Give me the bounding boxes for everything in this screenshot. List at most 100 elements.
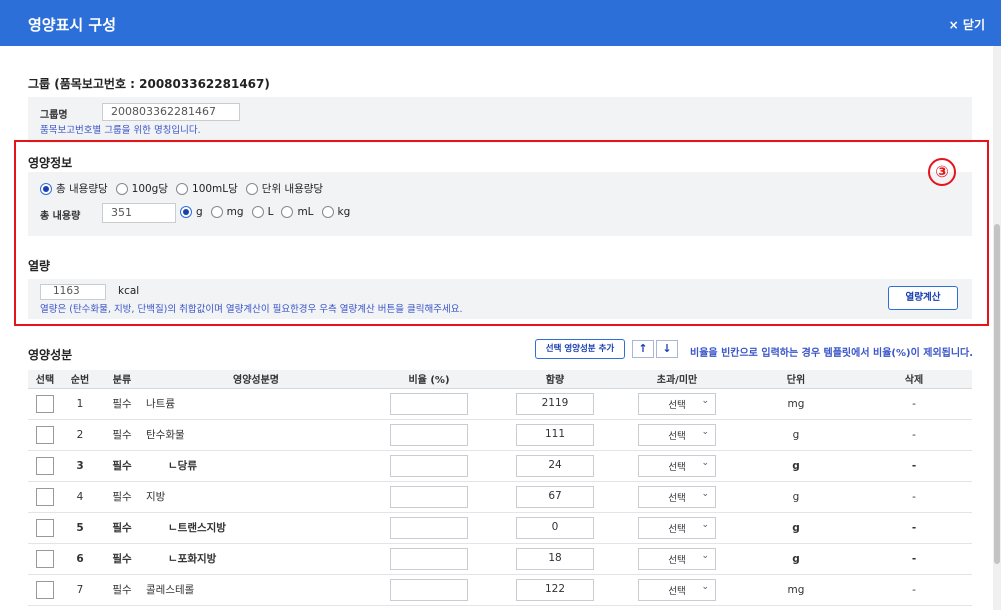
row-delete[interactable]: -: [856, 481, 972, 513]
ratio-input[interactable]: [390, 423, 468, 446]
amount-input[interactable]: 122: [516, 578, 594, 601]
row-delete[interactable]: -: [856, 419, 972, 451]
row-delete[interactable]: -: [856, 512, 972, 544]
chevron-down-icon: ⌄: [701, 581, 709, 592]
ratio-notice: 비율을 빈칸으로 입력하는 경우 템플릿에서 비율(%)이 제외됩니다.: [690, 348, 974, 359]
col-delete: 삭제: [856, 370, 972, 389]
row-checkbox[interactable]: [36, 518, 54, 537]
row-category: 필수: [98, 574, 146, 606]
row-unit: mg: [736, 574, 856, 606]
row-nutrient-name: 나트륨: [146, 388, 366, 420]
amount-input[interactable]: 67: [516, 485, 594, 508]
over-under-select[interactable]: 선택 ⌄: [638, 485, 716, 508]
arrow-up-icon: ↑: [638, 342, 648, 355]
ratio-input[interactable]: [390, 454, 468, 477]
scrollbar[interactable]: [993, 46, 1001, 610]
row-checkbox[interactable]: [36, 425, 54, 444]
row-unit: mg: [736, 388, 856, 420]
row-category: 필수: [98, 388, 146, 420]
scrollbar-thumb[interactable]: [994, 224, 1000, 564]
over-under-select[interactable]: 선택 ⌄: [638, 392, 716, 415]
chevron-down-icon: ⌄: [701, 395, 709, 406]
add-component-button[interactable]: 선택 영양성분 추가: [535, 339, 625, 359]
row-nutrient-name: ㄴ트랜스지방: [146, 512, 366, 544]
table-row: 7 필수 콜레스테롤 122 선택 ⌄ mg -: [28, 574, 972, 606]
chevron-down-icon: ⌄: [701, 519, 709, 530]
table-row: 1 필수 나트륨 2119 선택 ⌄ mg -: [28, 388, 972, 420]
table-header: 선택 순번 분류 영양성분명 비율 (%) 함량 초과/미만 단위 삭제: [28, 370, 972, 389]
table-row: 5 필수 ㄴ트랜스지방 0 선택 ⌄ g -: [28, 512, 972, 544]
col-select: 선택: [28, 370, 62, 389]
amount-input[interactable]: 0: [516, 516, 594, 539]
col-category: 분류: [98, 370, 146, 389]
arrow-down-icon: ↓: [662, 342, 672, 355]
row-category: 필수: [98, 450, 146, 482]
table-row: 2 필수 탄수화물 111 선택 ⌄ g -: [28, 419, 972, 451]
row-number: 6: [62, 543, 98, 575]
amount-input[interactable]: 24: [516, 454, 594, 477]
row-nutrient-name: ㄴ당류: [146, 450, 366, 482]
row-checkbox[interactable]: [36, 394, 54, 413]
row-nutrient-name: 지방: [146, 481, 366, 513]
over-under-select[interactable]: 선택 ⌄: [638, 423, 716, 446]
row-checkbox[interactable]: [36, 580, 54, 599]
close-button[interactable]: × 닫기: [949, 16, 985, 33]
row-number: 7: [62, 574, 98, 606]
row-number: 2: [62, 419, 98, 451]
close-icon: ×: [948, 18, 959, 32]
row-delete[interactable]: -: [856, 388, 972, 420]
over-under-select[interactable]: 선택 ⌄: [638, 454, 716, 477]
ratio-input[interactable]: [390, 485, 468, 508]
over-under-select[interactable]: 선택 ⌄: [638, 578, 716, 601]
row-delete[interactable]: -: [856, 543, 972, 575]
ratio-input[interactable]: [390, 547, 468, 570]
ratio-input[interactable]: [390, 578, 468, 601]
chevron-down-icon: ⌄: [701, 426, 709, 437]
group-name-input[interactable]: 200803362281467: [102, 103, 240, 121]
chevron-down-icon: ⌄: [701, 457, 709, 468]
col-unit: 단위: [736, 370, 856, 389]
ratio-input[interactable]: [390, 516, 468, 539]
row-delete[interactable]: -: [856, 450, 972, 482]
row-unit: g: [736, 543, 856, 575]
row-checkbox[interactable]: [36, 487, 54, 506]
row-category: 필수: [98, 543, 146, 575]
highlight-box: [14, 140, 989, 326]
row-nutrient-name: ㄴ포화지방: [146, 543, 366, 575]
group-title: 그룹 (품목보고번호 : 200803362281467): [28, 77, 270, 91]
modal-title: 영양표시 구성: [28, 16, 117, 34]
over-under-select[interactable]: 선택 ⌄: [638, 516, 716, 539]
modal-header: 영양표시 구성 × 닫기: [0, 0, 1001, 46]
table-row: 4 필수 지방 67 선택 ⌄ g -: [28, 481, 972, 513]
ratio-input[interactable]: [390, 392, 468, 415]
row-unit: g: [736, 481, 856, 513]
row-nutrient-name: 탄수화물: [146, 419, 366, 451]
row-category: 필수: [98, 512, 146, 544]
move-up-button[interactable]: ↑: [632, 340, 654, 358]
over-under-select[interactable]: 선택 ⌄: [638, 547, 716, 570]
chevron-down-icon: ⌄: [701, 488, 709, 499]
chevron-down-icon: ⌄: [701, 550, 709, 561]
row-unit: g: [736, 419, 856, 451]
col-name: 영양성분명: [146, 370, 366, 389]
row-checkbox[interactable]: [36, 456, 54, 475]
row-category: 필수: [98, 419, 146, 451]
components-title: 영양성분: [28, 348, 73, 362]
row-checkbox[interactable]: [36, 549, 54, 568]
amount-input[interactable]: 2119: [516, 392, 594, 415]
row-number: 3: [62, 450, 98, 482]
col-amount: 함량: [492, 370, 618, 389]
col-over-under: 초과/미만: [618, 370, 736, 389]
row-number: 1: [62, 388, 98, 420]
move-down-button[interactable]: ↓: [656, 340, 678, 358]
row-category: 필수: [98, 481, 146, 513]
step-badge: ③: [928, 158, 956, 186]
amount-input[interactable]: 18: [516, 547, 594, 570]
row-unit: g: [736, 450, 856, 482]
col-ratio: 비율 (%): [366, 370, 492, 389]
row-delete[interactable]: -: [856, 574, 972, 606]
table-row: 3 필수 ㄴ당류 24 선택 ⌄ g -: [28, 450, 972, 482]
row-number: 5: [62, 512, 98, 544]
col-no: 순번: [62, 370, 98, 389]
amount-input[interactable]: 111: [516, 423, 594, 446]
